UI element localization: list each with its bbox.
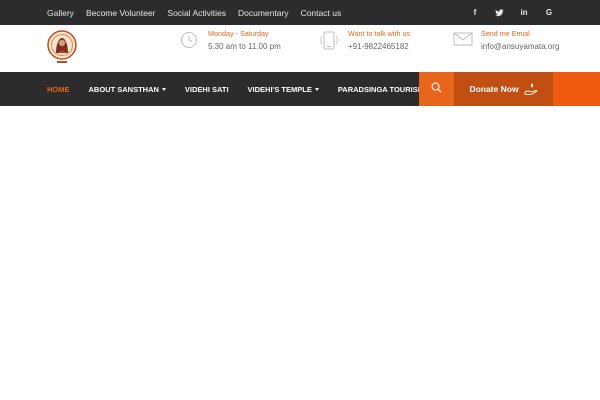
clock-icon	[180, 31, 200, 51]
nav-item-videhis-temple[interactable]: VIDEHI'S TEMPLE	[248, 85, 319, 94]
donation-hand-icon	[524, 82, 538, 96]
nav-item-label: HOME	[47, 84, 70, 94]
site-logo[interactable]	[46, 29, 78, 67]
twitter-icon[interactable]	[491, 0, 507, 25]
nav-item-videhi-sati[interactable]: VIDEHI SATI	[185, 85, 229, 94]
top-link-contact-us[interactable]: Contact us	[301, 8, 342, 18]
search-button[interactable]	[419, 72, 454, 106]
caret-down-icon	[314, 87, 319, 91]
nav-items: HOME ABOUT SANSTHAN VIDEHI SATI VIDEHI'S…	[47, 72, 443, 106]
top-link-gallery[interactable]: Gallery	[47, 8, 74, 18]
nav-item-label: VIDEHI'S TEMPLE	[247, 84, 312, 94]
top-link-social-activities[interactable]: Social Activities	[167, 8, 226, 18]
nav-item-paradsinga-tourism[interactable]: PARADSINGA TOURISM	[338, 85, 424, 94]
nav-item-home[interactable]: HOME	[47, 85, 70, 94]
nav-accent-strip	[553, 72, 600, 106]
envelope-icon	[453, 31, 473, 51]
page-content	[0, 106, 600, 400]
nav-item-label: ABOUT SANSTHAN	[88, 84, 159, 94]
top-bar: Gallery Become Volunteer Social Activiti…	[0, 0, 600, 25]
phone-value[interactable]: +91-9822465182	[348, 42, 409, 51]
caret-down-icon	[161, 87, 166, 91]
nav-item-label: PARADSINGA TOURISM	[337, 84, 424, 94]
mobile-phone-icon	[320, 31, 340, 51]
linkedin-icon[interactable]: in	[516, 0, 532, 25]
email-label: Send me Emial	[481, 29, 530, 38]
top-link-become-volunteer[interactable]: Become Volunteer	[86, 8, 155, 18]
hours-info: Monday - Saturday 5.30 am to 11.00 pm	[180, 29, 300, 69]
nav-item-label: VIDEHI SATI	[184, 84, 229, 94]
hours-value: 5.30 am to 11.00 pm	[208, 42, 281, 51]
top-link-documentary[interactable]: Documentary	[238, 8, 289, 18]
main-nav: HOME ABOUT SANSTHAN VIDEHI SATI VIDEHI'S…	[0, 72, 600, 106]
facebook-icon[interactable]: f	[467, 0, 483, 25]
email-info: Send me Emial info@ansuyamata.org	[453, 29, 583, 69]
donate-now-button[interactable]: Donate Now	[454, 72, 553, 106]
search-icon	[431, 80, 442, 98]
phone-info: Want to talk with us +91-9822465182	[320, 29, 440, 69]
email-value[interactable]: info@ansuyamata.org	[481, 42, 559, 51]
top-links: Gallery Become Volunteer Social Activiti…	[47, 0, 353, 25]
donate-button-label: Donate Now	[469, 84, 519, 94]
header-info: Monday - Saturday 5.30 am to 11.00 pm Wa…	[0, 25, 600, 72]
google-icon[interactable]: G	[541, 0, 557, 25]
hours-label: Monday - Saturday	[208, 29, 269, 38]
phone-label: Want to talk with us	[348, 29, 411, 38]
nav-item-about-sansthan[interactable]: ABOUT SANSTHAN	[89, 85, 166, 94]
